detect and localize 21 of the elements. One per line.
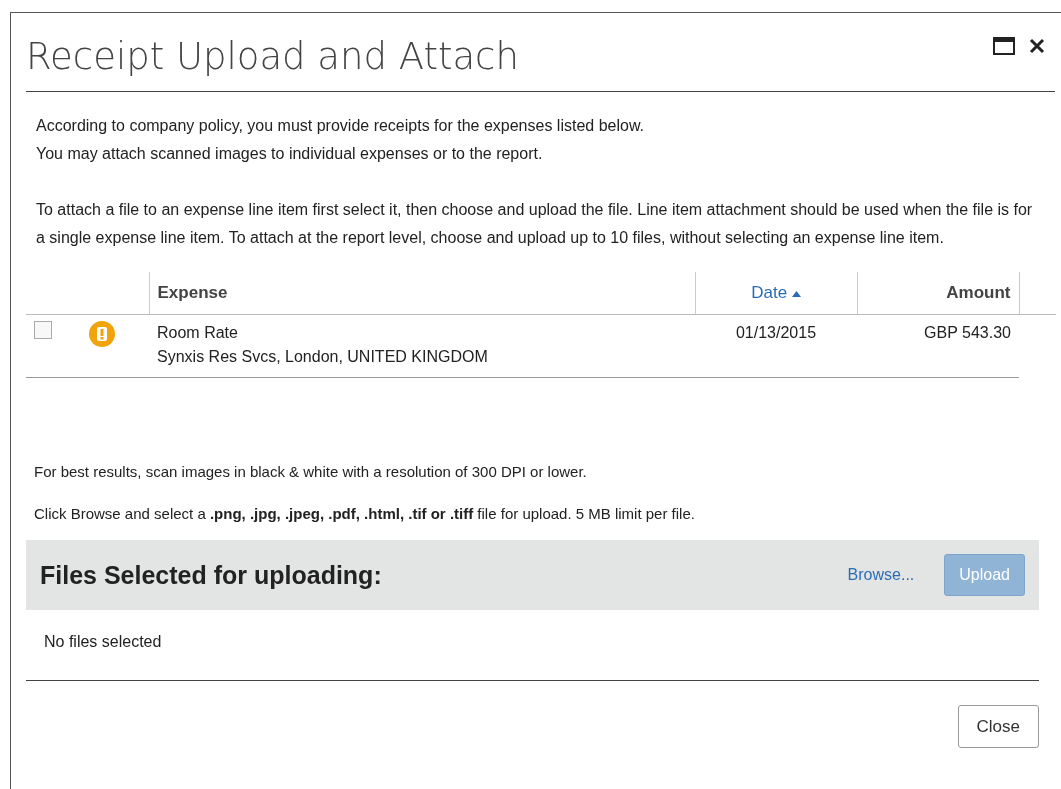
intro-text: According to company policy, you must provide receipts for the expenses listed below.	[36, 116, 645, 137]
sort-ascending-icon	[791, 290, 801, 297]
column-header[interactable]: Expense	[157, 283, 228, 303]
row-checkbox[interactable]	[34, 320, 52, 339]
close-button[interactable]: Close	[957, 704, 1039, 749]
expense-type: Room Rate	[157, 322, 239, 343]
expense-amount: GBP 543.30	[924, 323, 1011, 341]
dialog-title: Receipt Upload and Attach	[26, 34, 520, 80]
close-icon[interactable]	[1029, 38, 1045, 55]
files-heading: Files Selected for uploading:	[40, 559, 383, 590]
hint-text: For best results, scan images in black & white with a resolution of 300 DPI or lower.	[34, 461, 588, 482]
maximize-icon[interactable]	[993, 37, 1015, 56]
column-header[interactable]: Amount	[946, 283, 1011, 303]
instructions-text: To attach a file to an expense line item first select it, then choose and upload the file. Line item attachment should be used when the file is for a single expense line item. To attach at the report level, choose and upload up to 10 files, without selecting an expense line item.	[36, 200, 1034, 249]
intro-text: You may attach scanned images to individual expenses or to the report.	[36, 144, 544, 165]
hint-text: Click Browse and select a .png, .jpg, .jpeg, .pdf, .html, .tif or .tiff file for upload. 5 MB limit per file.	[34, 503, 696, 524]
no-files-text: No files selected	[43, 631, 163, 652]
expense-vendor: Synxis Res Svcs, London, UNITED KINGDOM	[157, 346, 489, 367]
column-header[interactable]: Date	[751, 283, 788, 303]
browse-link[interactable]: Browse...	[847, 562, 915, 587]
expense-date: 01/13/2015	[735, 323, 817, 341]
